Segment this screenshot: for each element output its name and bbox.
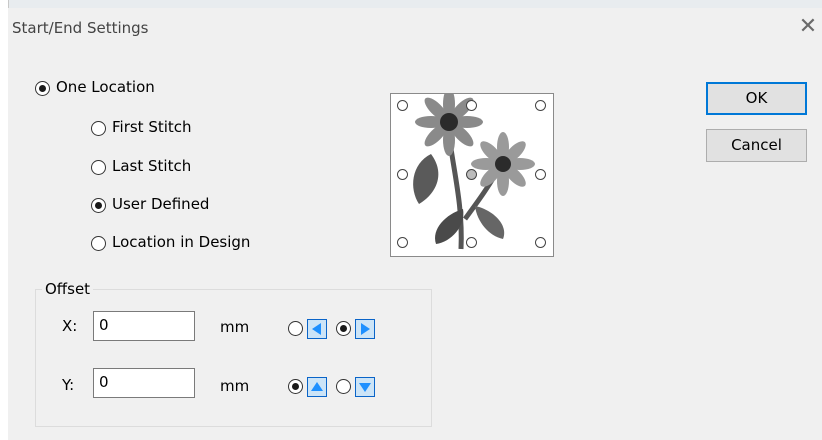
ok-button[interactable]: OK [706,82,807,115]
offset-legend: Offset [42,280,94,298]
handle-middle-right[interactable] [535,169,546,180]
handle-bottom-left[interactable] [397,237,408,248]
location-in-design-label: Location in Design [112,233,251,251]
first-stitch-radio[interactable] [91,121,106,136]
close-icon[interactable]: ✕ [796,14,820,39]
down-arrow-icon[interactable] [355,377,375,397]
y-down-radio[interactable] [336,379,351,394]
handle-top-right[interactable] [535,100,546,111]
cancel-button[interactable]: Cancel [706,129,807,162]
first-stitch-label: First Stitch [112,118,192,136]
handle-center[interactable] [466,169,477,180]
handle-top-center[interactable] [466,100,477,111]
x-offset-field[interactable]: 0 [93,311,195,341]
handle-bottom-right[interactable] [535,237,546,248]
right-arrow-icon[interactable] [355,319,375,339]
one-location-label: One Location [56,78,155,96]
last-stitch-label: Last Stitch [112,157,192,175]
y-unit-label: mm [220,377,250,395]
handle-bottom-center[interactable] [466,237,477,248]
design-preview [390,88,554,257]
x-left-radio[interactable] [288,321,303,336]
up-arrow-icon[interactable] [307,377,327,397]
one-location-radio[interactable] [35,81,50,96]
y-up-radio[interactable] [288,379,303,394]
y-label: Y: [62,376,75,394]
user-defined-label: User Defined [112,195,210,213]
handle-middle-left[interactable] [397,169,408,180]
user-defined-radio[interactable] [91,198,106,213]
y-offset-field[interactable]: 0 [93,368,195,398]
handle-top-left[interactable] [397,100,408,111]
x-label: X: [62,317,78,335]
left-arrow-icon[interactable] [307,319,327,339]
x-unit-label: mm [220,318,250,336]
location-in-design-radio[interactable] [91,236,106,251]
offset-group [35,289,432,427]
dialog-title: Start/End Settings [12,19,149,37]
x-right-radio[interactable] [336,321,351,336]
last-stitch-radio[interactable] [91,160,106,175]
background-toolbar-strip [0,0,822,8]
